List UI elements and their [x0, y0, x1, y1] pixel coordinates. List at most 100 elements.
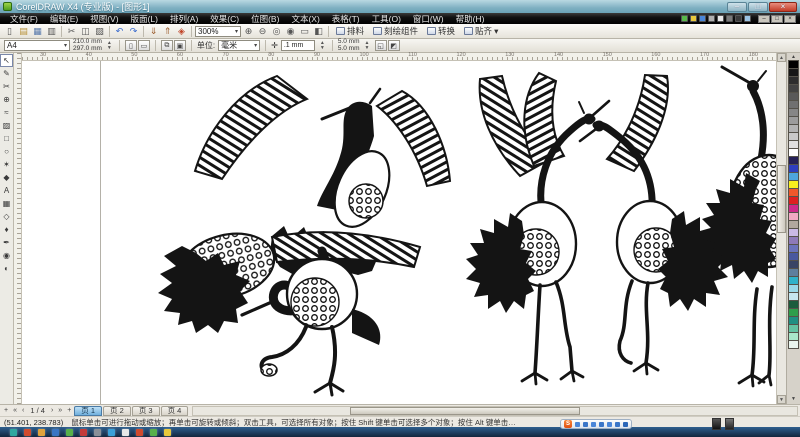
first-page-button[interactable]: «: [11, 407, 19, 414]
ime-skin-icon[interactable]: [725, 418, 734, 430]
menu-bar: 文件(F)编辑(E)视图(V)版面(L)排列(A)效果(C)位图(B)文本(X)…: [0, 13, 800, 24]
doc-icon[interactable]: [744, 15, 751, 22]
scroll-up-icon[interactable]: ▲: [777, 53, 786, 62]
canvas-artwork[interactable]: [22, 61, 776, 404]
zoom-tool[interactable]: ⊕: [0, 93, 13, 106]
record-icon[interactable]: [690, 15, 697, 22]
export-icon[interactable]: ⇑: [161, 25, 174, 37]
page-count: 1 / 4: [27, 406, 48, 415]
cut-icon[interactable]: ✂: [65, 25, 78, 37]
add-page-end-button[interactable]: +: [65, 407, 73, 414]
doc-close-button[interactable]: ×: [784, 15, 796, 23]
crane-group-right[interactable]: [702, 67, 776, 386]
text-tool[interactable]: A: [0, 184, 13, 197]
print-icon[interactable]: ▥: [45, 25, 58, 37]
app-launcher-icon[interactable]: ◈: [175, 25, 188, 37]
smart-fill-tool[interactable]: ▨: [0, 119, 13, 132]
new-icon[interactable]: ▯: [3, 25, 16, 37]
ime-skin-icon[interactable]: [712, 418, 721, 430]
prev-page-button[interactable]: ‹: [20, 407, 26, 414]
add-page-start-button[interactable]: +: [2, 407, 10, 414]
zoom-width-icon[interactable]: ◧: [312, 25, 325, 37]
crane-group-middle[interactable]: [466, 73, 728, 384]
nesting-button[interactable]: 排料: [332, 25, 368, 38]
redo-icon[interactable]: ↷: [127, 25, 140, 37]
draw-complex-button[interactable]: ◱: [375, 40, 387, 51]
zoom-out-icon[interactable]: ⊖: [256, 25, 269, 37]
convert-button[interactable]: 转换: [423, 25, 459, 38]
landscape-button[interactable]: ▭: [138, 40, 150, 51]
blend-tool[interactable]: ◇: [0, 210, 13, 223]
chevron-down-icon: ▾: [494, 26, 498, 37]
snap-to-button[interactable]: 贴齐 ▾: [460, 25, 502, 38]
import-icon[interactable]: ⇓: [147, 25, 160, 37]
nudge-spinner[interactable]: ▲▼: [318, 41, 327, 51]
crane-group-left[interactable]: [158, 76, 450, 395]
eyedropper-tool[interactable]: ♦: [0, 223, 13, 236]
horizontal-ruler[interactable]: 3040506070809010011012013014015016017018…: [22, 53, 776, 61]
table-tool[interactable]: ▦: [0, 197, 13, 210]
stop-icon[interactable]: [708, 15, 715, 22]
edit-macro-icon[interactable]: [699, 15, 706, 22]
property-bar: A4 ▾ 210.0 mm 297.0 mm ▲▼ ▯▭ ⧉▣ 单位: 毫米 ▾…: [0, 39, 800, 53]
vertical-ruler[interactable]: [14, 53, 22, 404]
current-page-button[interactable]: ▣: [174, 40, 186, 51]
interactive-fill-tool[interactable]: ◐: [0, 262, 13, 275]
portrait-button[interactable]: ▯: [125, 40, 137, 51]
paper-size-spinner[interactable]: ▲▼: [105, 41, 114, 51]
save-icon[interactable]: ▦: [31, 25, 44, 37]
separator: [191, 40, 192, 51]
window-controls: –□×: [727, 2, 797, 12]
palette-down-icon[interactable]: ▼: [791, 396, 796, 403]
nudge-field[interactable]: .1 mm: [281, 40, 315, 51]
drawing-canvas[interactable]: 3040506070809010011012013014015016017018…: [22, 53, 776, 404]
pause-icon[interactable]: [726, 15, 733, 22]
zoom-all-icon[interactable]: ◉: [284, 25, 297, 37]
duplicate-spinner[interactable]: ▲▼: [363, 41, 372, 51]
freehand-tool[interactable]: ≈: [0, 106, 13, 119]
treat-as-filled-button[interactable]: ◩: [388, 40, 400, 51]
paper-type-combo[interactable]: A4 ▾: [4, 40, 70, 51]
close-button[interactable]: ×: [769, 2, 797, 12]
open-icon[interactable]: ▤: [17, 25, 30, 37]
copy-icon[interactable]: ◫: [79, 25, 92, 37]
plotter-component-button[interactable]: 刻绘组件: [369, 25, 422, 38]
ellipse-tool[interactable]: ○: [0, 145, 13, 158]
scroll-down-icon[interactable]: ▼: [777, 395, 786, 404]
sogou-logo-icon[interactable]: S: [564, 420, 572, 428]
minimize-button[interactable]: –: [727, 2, 747, 12]
polygon-tool[interactable]: ✶: [0, 158, 13, 171]
shape-tool[interactable]: ✎: [0, 67, 13, 80]
vertical-scrollbar[interactable]: ▲ ▼: [776, 53, 786, 404]
all-pages-button[interactable]: ⧉: [161, 40, 173, 51]
fill-tool[interactable]: ◉: [0, 249, 13, 262]
separator: [119, 40, 120, 51]
duplicate-distance-fields[interactable]: 5.0 mm 5.0 mm: [338, 39, 360, 52]
play-icon[interactable]: [717, 15, 724, 22]
vertical-scroll-thumb[interactable]: [777, 165, 786, 233]
units-combo[interactable]: 毫米 ▾: [218, 40, 260, 51]
paper-size-fields[interactable]: 210.0 mm 297.0 mm: [73, 39, 102, 52]
doc-minimize-button[interactable]: –: [758, 15, 770, 23]
zoom-level-combo[interactable]: 300% ▾: [195, 26, 241, 37]
rectangle-tool[interactable]: □: [0, 132, 13, 145]
outline-pen-tool[interactable]: ✒: [0, 236, 13, 249]
zoom-selected-icon[interactable]: ◎: [270, 25, 283, 37]
zoom-in-icon[interactable]: ⊕: [242, 25, 255, 37]
vba-icon[interactable]: [681, 15, 688, 22]
window-icon: [336, 27, 345, 35]
crop-tool[interactable]: ✂: [0, 80, 13, 93]
basic-shapes-tool[interactable]: ◆: [0, 171, 13, 184]
undo-icon[interactable]: ↶: [113, 25, 126, 37]
restore-button[interactable]: □: [748, 2, 768, 12]
horizontal-scrollbar[interactable]: [192, 406, 798, 416]
paste-icon[interactable]: ▨: [93, 25, 106, 37]
next-page-button[interactable]: ›: [49, 407, 55, 414]
ime-toolbar[interactable]: S: [560, 419, 632, 429]
zoom-page-icon[interactable]: ▭: [298, 25, 311, 37]
last-page-button[interactable]: »: [56, 407, 64, 414]
doc-restore-button[interactable]: □: [771, 15, 783, 23]
dark-icon[interactable]: [735, 15, 742, 22]
horizontal-scroll-thumb[interactable]: [350, 407, 579, 415]
pick-tool[interactable]: ↖: [0, 54, 13, 67]
